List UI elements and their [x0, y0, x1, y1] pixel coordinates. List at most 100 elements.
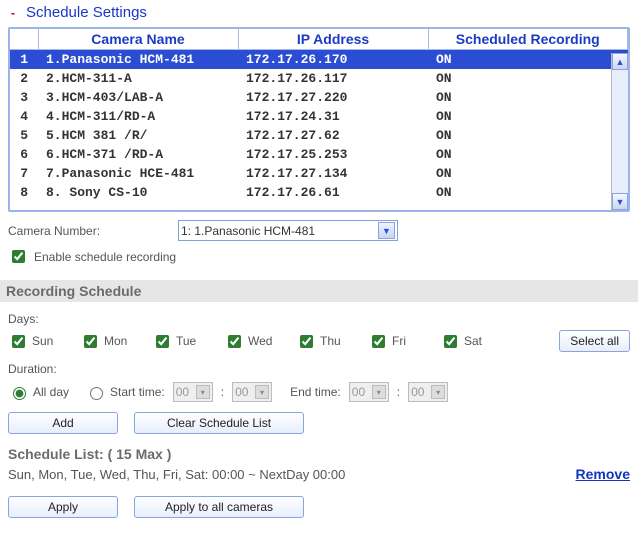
day-fri-label: Fri [392, 334, 406, 348]
enable-schedule-label: Enable schedule recording [34, 250, 176, 264]
cell-name: 3.HCM-403/LAB-A [38, 88, 238, 107]
cell-ip: 172.17.25.253 [238, 145, 428, 164]
camera-table: Camera Name IP Address Scheduled Recordi… [8, 27, 630, 212]
chevron-down-icon: ▾ [372, 385, 386, 399]
start-minute-value: 00 [235, 385, 248, 399]
clear-schedule-button[interactable]: Clear Schedule List [134, 412, 304, 434]
cell-name: 7.Panasonic HCE-481 [38, 164, 238, 183]
cell-rec: ON [428, 107, 628, 126]
chevron-down-icon: ▾ [255, 385, 269, 399]
cell-rec: ON [428, 126, 628, 145]
enable-schedule-checkbox[interactable] [12, 250, 25, 263]
cell-rec: ON [428, 50, 628, 70]
table-row[interactable]: 22.HCM-311-A172.17.26.117ON [10, 69, 628, 88]
day-sun: Sun [8, 332, 70, 351]
collapse-icon[interactable]: - [8, 6, 18, 20]
scroll-track[interactable] [612, 70, 628, 193]
day-sat: Sat [440, 332, 502, 351]
start-hour-select[interactable]: 00 ▾ [173, 382, 213, 402]
camera-number-value: 1: 1.Panasonic HCM-481 [181, 224, 315, 238]
cell-ip: 172.17.26.61 [238, 183, 428, 202]
end-minute-select[interactable]: 00 ▾ [408, 382, 448, 402]
cell-name: 1.Panasonic HCM-481 [38, 50, 238, 70]
day-wed-checkbox[interactable] [228, 335, 241, 348]
cell-ip: 172.17.27.62 [238, 126, 428, 145]
time-separator: : [221, 385, 224, 399]
day-wed-label: Wed [248, 334, 272, 348]
day-fri-checkbox[interactable] [372, 335, 385, 348]
cell-idx: 1 [10, 50, 38, 70]
day-wed: Wed [224, 332, 286, 351]
cell-rec: ON [428, 145, 628, 164]
schedule-list-entry: Sun, Mon, Tue, Wed, Thu, Fri, Sat: 00:00… [8, 467, 345, 482]
table-row[interactable]: 44.HCM-311/RD-A172.17.24.31ON [10, 107, 628, 126]
table-row[interactable]: 88. Sony CS-10172.17.26.61ON [10, 183, 628, 202]
chevron-down-icon: ▼ [378, 222, 395, 239]
remove-link[interactable]: Remove [576, 466, 630, 482]
day-tue: Tue [152, 332, 214, 351]
duration-starttime-radio[interactable] [90, 387, 103, 400]
table-row[interactable]: 11.Panasonic HCM-481172.17.26.170ON [10, 50, 628, 70]
day-mon-checkbox[interactable] [84, 335, 97, 348]
cell-idx: 5 [10, 126, 38, 145]
col-scheduled-recording[interactable]: Scheduled Recording [428, 29, 628, 50]
start-hour-value: 00 [176, 385, 189, 399]
cell-ip: 172.17.26.117 [238, 69, 428, 88]
scrollbar[interactable]: ▲ ▼ [611, 53, 628, 210]
end-hour-select[interactable]: 00 ▾ [349, 382, 389, 402]
table-row[interactable]: 33.HCM-403/LAB-A172.17.27.220ON [10, 88, 628, 107]
time-separator: : [397, 385, 400, 399]
col-index[interactable] [10, 29, 38, 50]
cell-rec: ON [428, 88, 628, 107]
apply-button[interactable]: Apply [8, 496, 118, 518]
schedule-list-title: Schedule List: ( 15 Max ) [8, 446, 630, 462]
end-hour-value: 00 [352, 385, 365, 399]
cell-idx: 8 [10, 183, 38, 202]
apply-all-button[interactable]: Apply to all cameras [134, 496, 304, 518]
start-minute-select[interactable]: 00 ▾ [232, 382, 272, 402]
scroll-up-icon[interactable]: ▲ [612, 53, 628, 70]
duration-starttime-label: Start time: [110, 385, 165, 399]
day-tue-checkbox[interactable] [156, 335, 169, 348]
cell-idx: 2 [10, 69, 38, 88]
cell-name: 6.HCM-371 /RD-A [38, 145, 238, 164]
day-sat-checkbox[interactable] [444, 335, 457, 348]
day-mon-label: Mon [104, 334, 127, 348]
scroll-down-icon[interactable]: ▼ [612, 193, 628, 210]
page-title: Schedule Settings [26, 4, 147, 21]
add-button[interactable]: Add [8, 412, 118, 434]
end-minute-value: 00 [411, 385, 424, 399]
cell-name: 8. Sony CS-10 [38, 183, 238, 202]
cell-ip: 172.17.27.220 [238, 88, 428, 107]
end-time-label: End time: [290, 385, 341, 399]
cell-rec: ON [428, 164, 628, 183]
chevron-down-icon: ▾ [196, 385, 210, 399]
cell-rec: ON [428, 183, 628, 202]
day-tue-label: Tue [176, 334, 196, 348]
cell-ip: 172.17.27.134 [238, 164, 428, 183]
camera-number-label: Camera Number: [8, 224, 168, 238]
select-all-button[interactable]: Select all [559, 330, 630, 352]
table-row[interactable]: 55.HCM 381 /R/172.17.27.62ON [10, 126, 628, 145]
cell-name: 5.HCM 381 /R/ [38, 126, 238, 145]
table-row[interactable]: 66.HCM-371 /RD-A172.17.25.253ON [10, 145, 628, 164]
day-mon: Mon [80, 332, 142, 351]
duration-label: Duration: [8, 362, 630, 376]
duration-allday-radio[interactable] [13, 387, 26, 400]
col-ip-address[interactable]: IP Address [238, 29, 428, 50]
cell-idx: 6 [10, 145, 38, 164]
day-sun-label: Sun [32, 334, 53, 348]
day-fri: Fri [368, 332, 430, 351]
cell-name: 4.HCM-311/RD-A [38, 107, 238, 126]
table-row[interactable]: 77.Panasonic HCE-481172.17.27.134ON [10, 164, 628, 183]
cell-ip: 172.17.26.170 [238, 50, 428, 70]
day-sun-checkbox[interactable] [12, 335, 25, 348]
cell-name: 2.HCM-311-A [38, 69, 238, 88]
day-thu-checkbox[interactable] [300, 335, 313, 348]
day-sat-label: Sat [464, 334, 482, 348]
col-camera-name[interactable]: Camera Name [38, 29, 238, 50]
cell-idx: 7 [10, 164, 38, 183]
chevron-down-icon: ▾ [431, 385, 445, 399]
camera-number-select[interactable]: 1: 1.Panasonic HCM-481 ▼ [178, 220, 398, 241]
day-thu: Thu [296, 332, 358, 351]
